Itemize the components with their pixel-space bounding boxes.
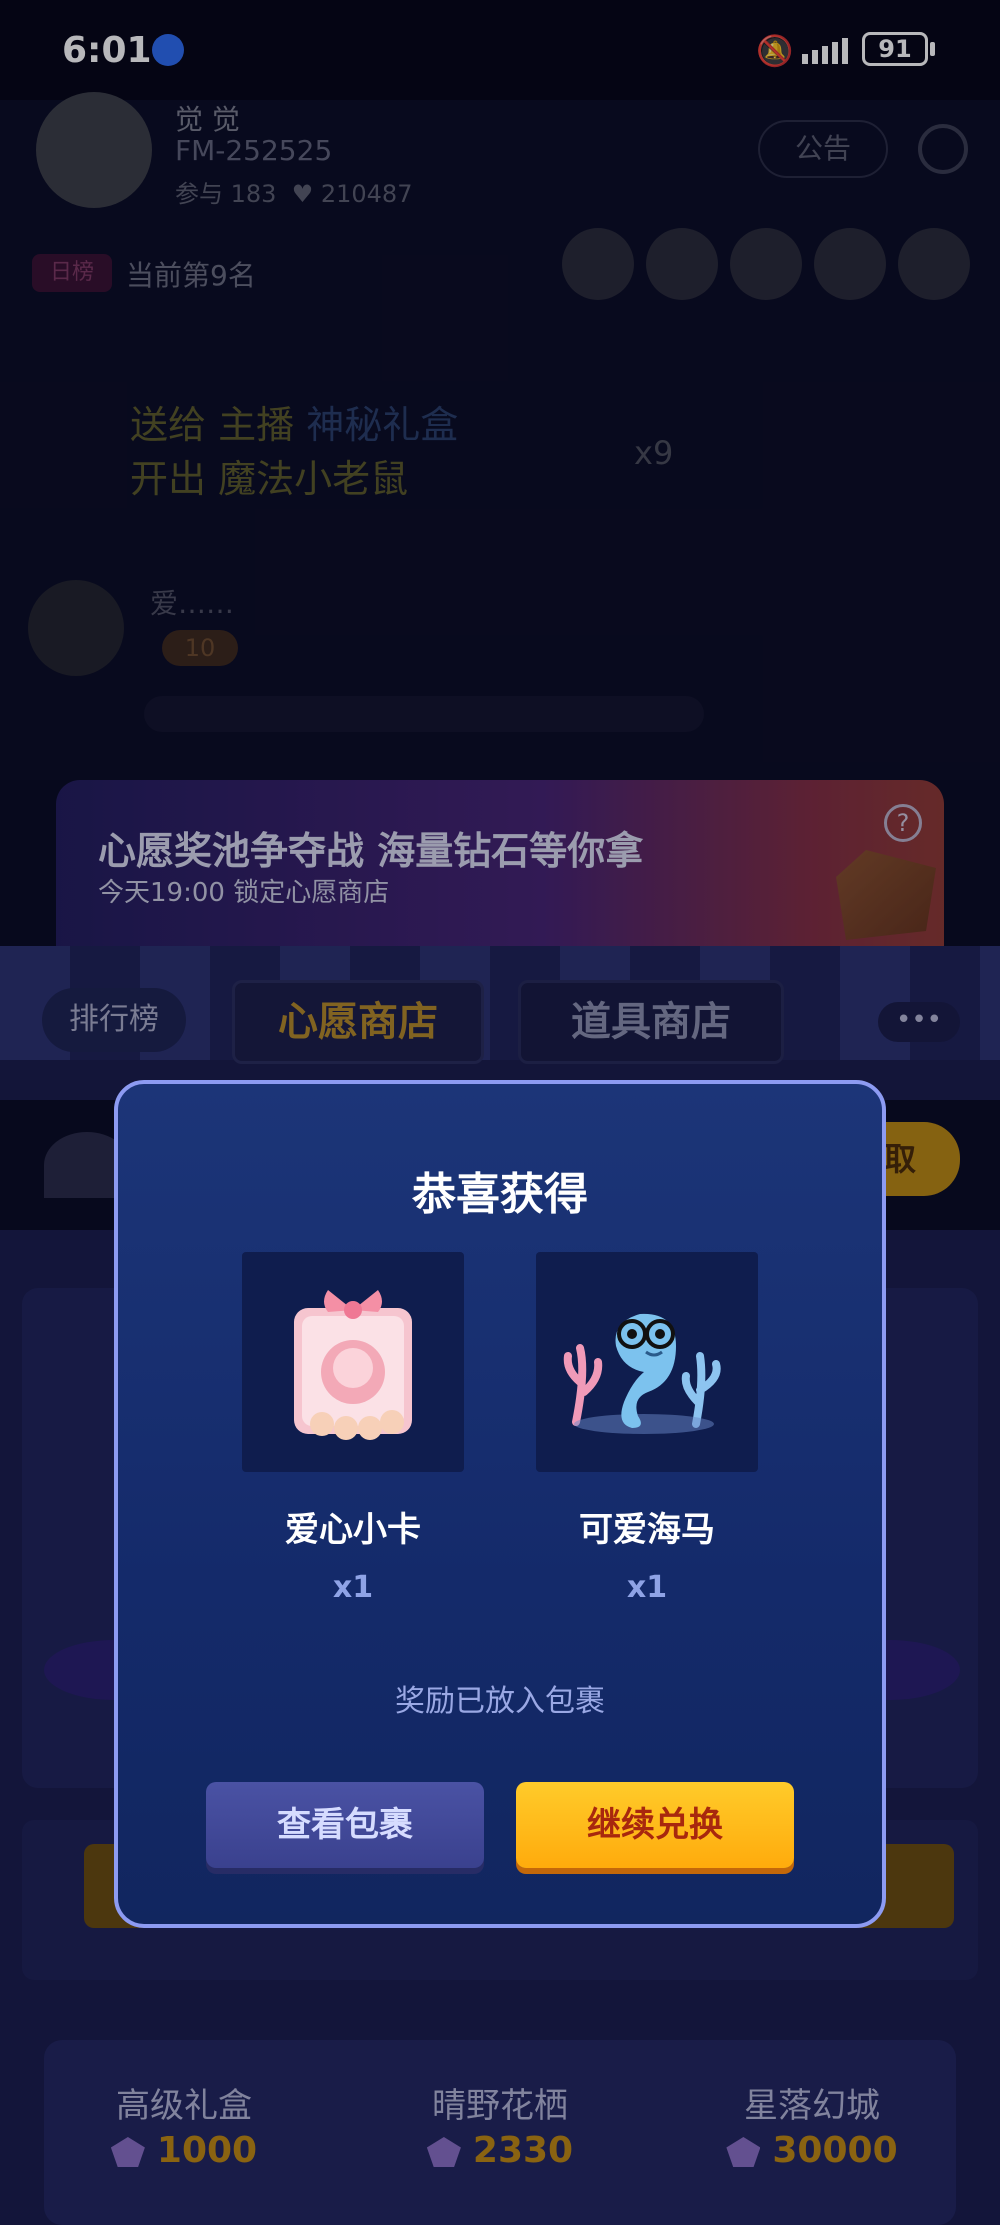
love-card-icon (294, 1290, 412, 1440)
prize-quantity: x1 (332, 1570, 374, 1605)
prize-card-love-card (242, 1252, 464, 1472)
prize-name: 爱心小卡 (285, 1510, 421, 1550)
prize-card-seahorse (536, 1252, 758, 1472)
prize-quantity: x1 (626, 1570, 668, 1605)
reward-note: 奖励已放入包裹 (395, 1684, 605, 1719)
seahorse-icon (563, 1313, 721, 1434)
dialog-title: 恭喜获得 (412, 1169, 588, 1220)
view-backpack-button[interactable]: 查看包裹 (206, 1782, 484, 1868)
continue-exchange-button[interactable]: 继续兑换 (516, 1782, 794, 1868)
prize-name: 可爱海马 (579, 1510, 715, 1550)
